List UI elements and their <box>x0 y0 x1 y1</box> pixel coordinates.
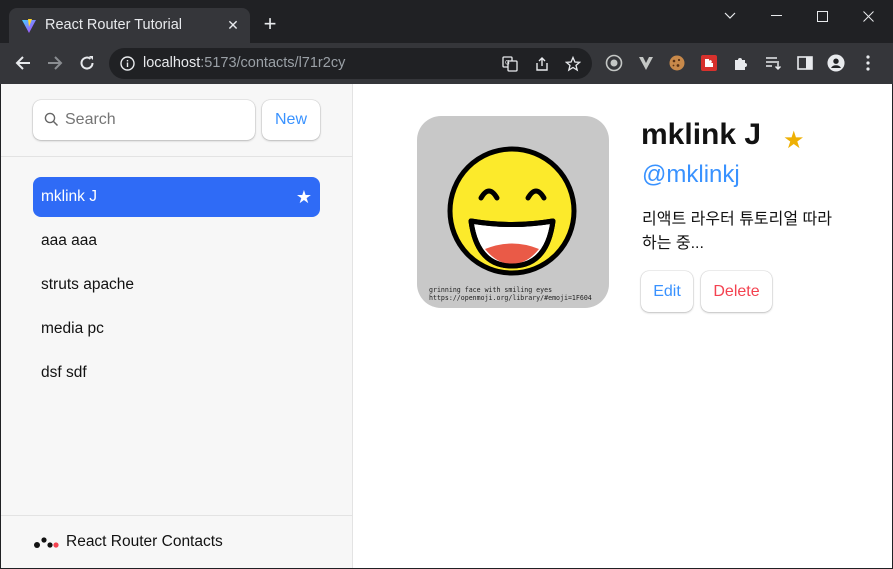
cookie-icon[interactable] <box>668 54 686 72</box>
contact-item-label: aaa aaa <box>41 232 98 249</box>
search-row: Search New <box>1 84 352 157</box>
back-icon[interactable] <box>11 51 35 75</box>
star-icon: ★ <box>295 187 312 207</box>
tab-strip: React Router Tutorial ✕ + <box>0 0 893 43</box>
new-tab-button[interactable]: + <box>259 13 281 36</box>
contact-item[interactable]: media pc <box>33 309 320 349</box>
sidebar: Search New mklink J ★ aaa aaa struts apa… <box>1 84 353 568</box>
url-host: localhost <box>143 55 201 71</box>
contact-list: mklink J ★ aaa aaa struts apache media p… <box>33 177 320 397</box>
translate-icon[interactable]: G <box>501 55 518 72</box>
bookmark-star-icon[interactable] <box>564 55 581 72</box>
chevron-down-icon[interactable] <box>707 0 753 32</box>
page-content: Search New mklink J ★ aaa aaa struts apa… <box>1 84 892 568</box>
new-contact-button[interactable]: New <box>262 100 320 140</box>
share-icon[interactable] <box>533 55 550 72</box>
browser-tab[interactable]: React Router Tutorial ✕ <box>9 8 250 43</box>
search-icon <box>44 112 59 127</box>
vite-icon <box>22 19 36 33</box>
contact-item[interactable]: aaa aaa <box>33 221 320 261</box>
edit-button[interactable]: Edit <box>641 271 693 312</box>
v-icon[interactable] <box>637 54 655 72</box>
contact-item[interactable]: dsf sdf <box>33 353 320 393</box>
contact-name: mklink J <box>641 118 762 151</box>
reading-list-icon[interactable] <box>764 54 782 72</box>
contact-avatar: grinning face with smiling eyes https://… <box>417 116 609 308</box>
contact-item-label: struts apache <box>41 276 135 293</box>
minimize-button[interactable] <box>753 0 799 32</box>
red-puzzle-icon[interactable] <box>700 54 718 72</box>
profile-icon[interactable] <box>827 54 845 72</box>
browser-toolbar: localhost:5173/contacts/l71r2cy G <box>0 43 893 84</box>
search-placeholder: Search <box>65 111 116 128</box>
address-bar[interactable]: localhost:5173/contacts/l71r2cy G <box>109 48 592 79</box>
info-icon[interactable] <box>120 56 135 71</box>
tab-close-icon[interactable]: ✕ <box>224 16 242 34</box>
close-window-button[interactable] <box>845 0 891 32</box>
sidebar-footer: React Router Contacts <box>1 515 352 568</box>
avatar-caption: grinning face with smiling eyes https://… <box>429 286 592 303</box>
url-text[interactable]: localhost:5173/contacts/l71r2cy <box>143 55 345 71</box>
contact-handle-link[interactable]: @mklinkj <box>642 161 740 189</box>
react-router-logo-icon <box>34 537 59 548</box>
contact-item[interactable]: struts apache <box>33 265 320 305</box>
contact-item-label: media pc <box>41 320 104 337</box>
contact-item-label: mklink J <box>41 188 97 205</box>
menu-icon[interactable] <box>859 54 877 72</box>
search-input[interactable]: Search <box>33 100 255 140</box>
avatar-caption-line: grinning face with smiling eyes <box>429 286 553 294</box>
grinning-face-icon <box>447 146 577 276</box>
maximize-button[interactable] <box>799 0 845 32</box>
circle-target-icon[interactable] <box>605 54 623 72</box>
contact-item-label: dsf sdf <box>41 364 87 381</box>
svg-text:G: G <box>505 59 510 66</box>
url-path: :5173/contacts/l71r2cy <box>200 55 346 71</box>
footer-title: React Router Contacts <box>66 533 223 550</box>
contact-notes: 리액트 라우터 튜토리얼 따라하는 중... <box>642 211 832 252</box>
reload-icon[interactable] <box>75 51 99 75</box>
contact-item[interactable]: mklink J ★ <box>33 177 320 217</box>
tab-title: React Router Tutorial <box>45 17 183 33</box>
forward-icon[interactable] <box>43 51 67 75</box>
delete-button[interactable]: Delete <box>701 271 772 312</box>
side-panel-icon[interactable] <box>796 54 814 72</box>
avatar-caption-line: https://openmoji.org/library/#emoji=1F60… <box>429 294 592 303</box>
favorite-star-button[interactable]: ★ <box>783 126 805 155</box>
puzzle-icon[interactable] <box>732 54 750 72</box>
